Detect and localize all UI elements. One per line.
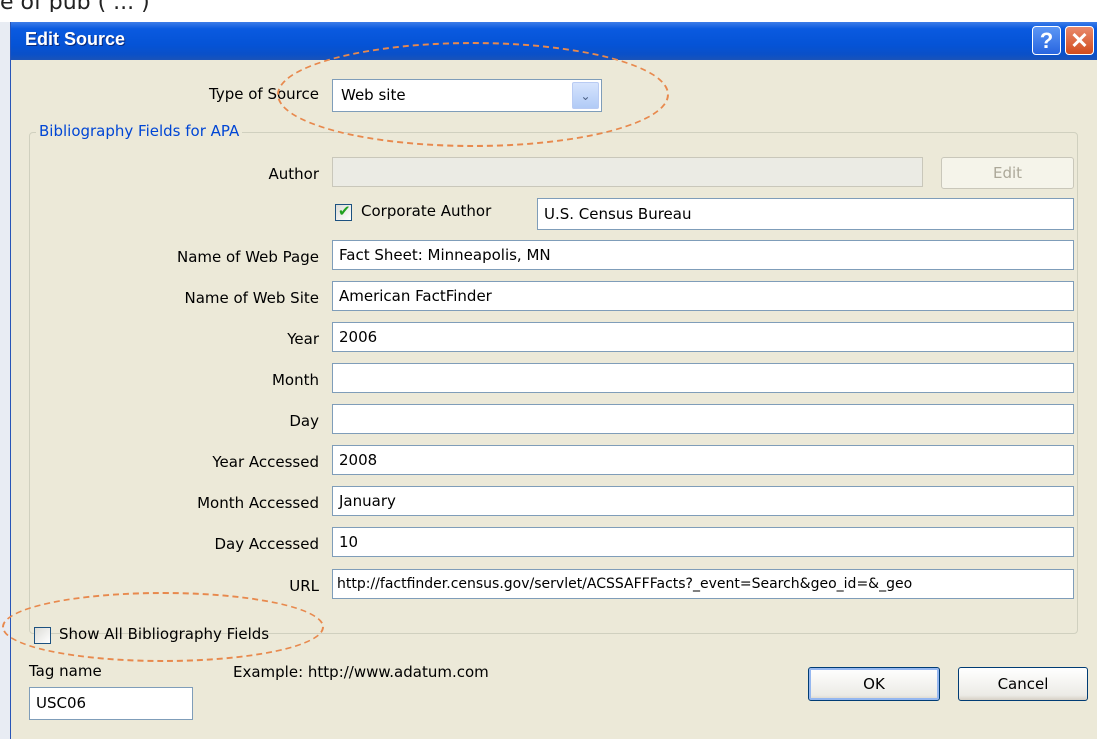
close-button[interactable]: ✕ — [1065, 26, 1094, 55]
dialog-title: Edit Source — [25, 29, 126, 49]
year-accessed-field[interactable]: 2008 — [332, 445, 1074, 475]
field-label-year: Year — [287, 330, 319, 348]
group-title: Bibliography Fields for APA — [36, 122, 243, 140]
field-label-month: Month — [271, 371, 319, 389]
background-document-text: e of pub ( ... ) — [0, 0, 1097, 12]
name-of-web-site-field[interactable]: American FactFinder — [332, 281, 1074, 311]
url-field[interactable]: http://factfinder.census.gov/servlet/ACS… — [332, 569, 1074, 599]
tag-name-field[interactable]: USC06 — [29, 687, 193, 720]
annotation-ellipse-type-of-source — [277, 42, 669, 147]
month-field[interactable] — [332, 363, 1074, 393]
day-field[interactable] — [332, 404, 1074, 434]
corporate-author-label: Corporate Author — [361, 202, 492, 220]
field-label-name-of-web-site: Name of Web Site — [184, 289, 319, 307]
name-of-web-page-field[interactable]: Fact Sheet: Minneapolis, MN — [332, 240, 1074, 270]
checkmark-icon: ✔ — [338, 202, 351, 220]
author-field — [332, 157, 923, 187]
close-icon: ✕ — [1070, 28, 1089, 53]
help-icon: ? — [1039, 28, 1054, 53]
annotation-ellipse-show-all-fields — [2, 592, 324, 662]
author-label: Author — [268, 165, 319, 183]
field-label-name-of-web-page: Name of Web Page — [176, 248, 319, 266]
edit-source-dialog: Edit Source ? ✕ Type of Source Web site … — [2, 22, 1097, 739]
edit-author-button: Edit — [941, 157, 1074, 189]
field-label-day-accessed: Day Accessed — [214, 535, 320, 553]
corporate-author-field[interactable]: U.S. Census Bureau — [537, 198, 1074, 230]
ok-button[interactable]: OK — [808, 667, 940, 701]
help-button[interactable]: ? — [1032, 26, 1061, 55]
field-label-year-accessed: Year Accessed — [212, 453, 319, 471]
field-label-month-accessed: Month Accessed — [197, 494, 319, 512]
tag-name-label: Tag name — [29, 662, 102, 680]
year-field[interactable]: 2006 — [332, 322, 1074, 352]
month-accessed-field[interactable]: January — [332, 486, 1074, 516]
example-text: Example: http://www.adatum.com — [233, 663, 489, 681]
cancel-button[interactable]: Cancel — [958, 667, 1088, 701]
day-accessed-field[interactable]: 10 — [332, 527, 1074, 557]
field-label-day: Day — [289, 412, 319, 430]
corporate-author-checkbox[interactable]: ✔ — [335, 202, 352, 221]
